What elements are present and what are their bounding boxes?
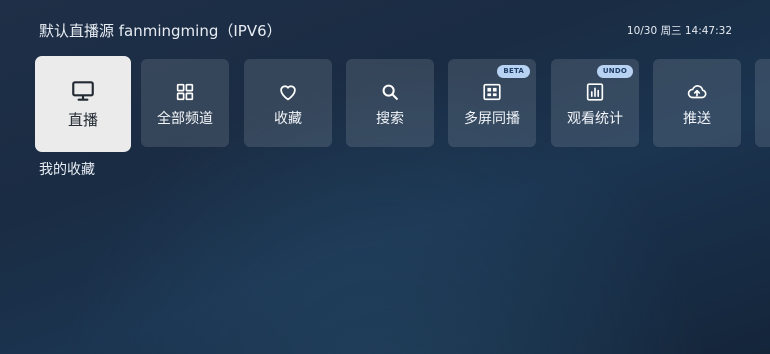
menu-tile-search[interactable]: 搜索	[346, 59, 434, 147]
menu-tile-push[interactable]: 推送	[653, 59, 741, 147]
heart-icon	[277, 81, 299, 103]
clock: 10/30 周三 14:47:32	[626, 25, 732, 37]
menu-tile-label: 观看统计	[567, 111, 623, 127]
tv-icon	[70, 78, 96, 104]
menu-tile-partial[interactable]	[755, 59, 770, 147]
menu-tile-stats[interactable]: UNDO 观看统计	[551, 59, 639, 147]
menu-tile-label: 推送	[683, 111, 711, 127]
menu-tile-label: 直播	[67, 111, 98, 129]
multiscreen-icon	[481, 81, 503, 103]
menu-tile-label: 收藏	[274, 111, 302, 127]
menu-tile-label: 多屏同播	[464, 111, 520, 127]
undo-badge: UNDO	[596, 65, 633, 78]
search-icon	[379, 81, 401, 103]
menu-tile-label: 全部频道	[157, 111, 213, 127]
source-title: 默认直播源 fanmingming（IPV6）	[39, 22, 282, 40]
stats-icon	[584, 81, 606, 103]
cloud-upload-icon	[686, 81, 708, 103]
favorites-section-title: 我的收藏	[39, 162, 95, 178]
menu-tile-all-channels[interactable]: 全部频道	[141, 59, 229, 147]
menu-tile-favorites[interactable]: 收藏	[244, 59, 332, 147]
menu-row: 直播 全部频道 收藏 搜索 BETA 多屏同播 UNDO 观看统计 推送	[35, 56, 770, 152]
menu-tile-multiscreen[interactable]: BETA 多屏同播	[448, 59, 536, 147]
top-bar: 默认直播源 fanmingming（IPV6） 10/30 周三 14:47:3…	[39, 20, 732, 42]
beta-badge: BETA	[497, 65, 530, 78]
grid-icon	[174, 81, 196, 103]
menu-tile-label: 搜索	[376, 111, 404, 127]
menu-tile-live[interactable]: 直播	[35, 56, 131, 152]
